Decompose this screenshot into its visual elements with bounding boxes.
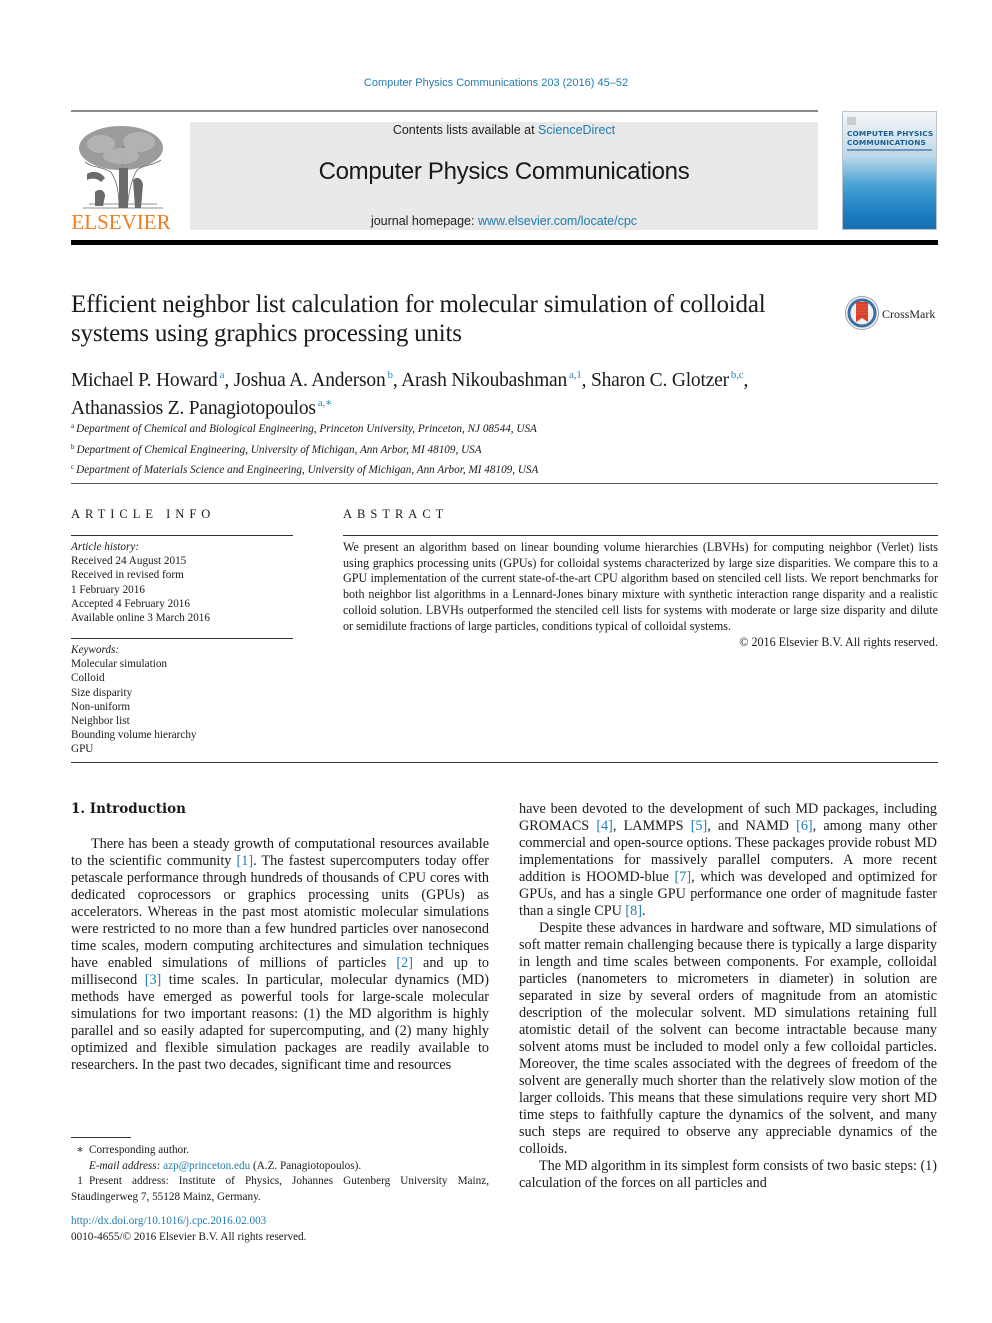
crossmark-badge[interactable]: CrossMark xyxy=(844,295,940,333)
homepage-line: journal homepage: www.elsevier.com/locat… xyxy=(370,214,638,228)
citation-link[interactable]: [7] xyxy=(675,869,692,885)
citation-link[interactable]: [1] xyxy=(237,853,254,869)
citation-link[interactable]: [3] xyxy=(145,972,162,988)
keyword: Colloid xyxy=(71,672,105,685)
article-info-heading: ARTICLE INFO xyxy=(71,507,216,521)
author[interactable]: Joshua A. Anderson b xyxy=(234,369,393,391)
abstract-copyright: © 2016 Elsevier B.V. All rights reserved… xyxy=(739,635,938,650)
article-title: Efficient neighbor list calculation for … xyxy=(71,291,766,347)
keyword: Neighbor list xyxy=(71,715,130,728)
citation-link[interactable]: [2] xyxy=(396,955,413,971)
history-item: Accepted 4 February 2016 xyxy=(71,597,190,610)
divider xyxy=(71,483,938,484)
email-link[interactable]: azp@princeton.edu xyxy=(163,1160,250,1172)
history-item: Available online 3 March 2016 xyxy=(71,612,210,625)
divider xyxy=(71,762,938,763)
journal-title: Computer Physics Communications xyxy=(318,158,690,185)
footnotes: ∗ Corresponding author. E-mail address: a… xyxy=(71,1143,489,1205)
running-header[interactable]: Computer Physics Communications 203 (201… xyxy=(0,77,992,89)
history-item: Received 24 August 2015 xyxy=(71,555,187,568)
abstract-heading: ABSTRACT xyxy=(343,507,449,521)
history-item: 1 February 2016 xyxy=(71,583,145,596)
sciencedirect-link[interactable]: ScienceDirect xyxy=(538,123,615,137)
affiliation: b Department of Chemical Engineering, Uni… xyxy=(71,442,482,456)
journal-citation-link[interactable]: Computer Physics Communications 203 (201… xyxy=(364,77,628,89)
journal-cover-thumbnail[interactable]: COMPUTER PHYSICS COMMUNICATIONS xyxy=(842,111,937,230)
keyword: Size disparity xyxy=(71,686,133,699)
footnote-rule xyxy=(71,1137,131,1138)
article-history: Article history: Received 24 August 2015… xyxy=(71,540,301,625)
paragraph: There has been a steady growth of comput… xyxy=(71,836,490,1073)
history-item: Received in revised form xyxy=(71,569,184,582)
author-affiliation-marker[interactable]: a,∗ xyxy=(318,397,333,409)
affiliation: c Department of Materials Science and Eng… xyxy=(71,463,539,476)
doi-link[interactable]: http://dx.doi.org/10.1016/j.cpc.2016.02.… xyxy=(71,1215,266,1227)
section-heading: 1. Introduction xyxy=(71,801,186,817)
body-column-right: have been devoted to the development of … xyxy=(519,801,937,1192)
divider xyxy=(343,535,938,536)
abstract-body: We present an algorithm based on linear … xyxy=(343,540,938,651)
elsevier-logo[interactable]: ELSEVIER xyxy=(71,122,171,234)
affiliations: a Department of Chemical and Biological E… xyxy=(71,418,771,480)
citation-link[interactable]: [4] xyxy=(596,818,613,834)
crossmark-icon xyxy=(845,296,879,330)
author[interactable]: Arash Nikoubashman a,1 xyxy=(401,369,582,391)
masthead-rule xyxy=(71,240,938,245)
contents-line: Contents lists available at ScienceDirec… xyxy=(392,123,616,137)
author[interactable]: Michael P. Howard a xyxy=(71,369,225,391)
author[interactable]: Sharon C. Glotzer b,c xyxy=(591,369,744,391)
journal-homepage-link[interactable]: www.elsevier.com/locate/cpc xyxy=(478,214,637,228)
footnote-email: E-mail address: azp@princeton.edu (A.Z. … xyxy=(89,1159,362,1172)
divider xyxy=(71,535,293,536)
asterisk-icon: ∗ xyxy=(76,1144,84,1156)
keyword: Molecular simulation xyxy=(71,658,168,671)
footnote-corresponding: ∗ Corresponding author. xyxy=(71,1143,489,1159)
keyword: Non-uniform xyxy=(71,700,131,713)
paragraph: The MD algorithm in its simplest form co… xyxy=(519,1158,937,1191)
body-column-left: There has been a steady growth of comput… xyxy=(71,836,489,1074)
author-affiliation-marker[interactable]: a,1 xyxy=(569,369,582,381)
citation-link[interactable]: [8] xyxy=(625,903,642,919)
doi-block: http://dx.doi.org/10.1016/j.cpc.2016.02.… xyxy=(71,1214,306,1245)
author-list: Michael P. Howard a, Joshua A. Anderson b,… xyxy=(71,369,749,419)
header-rule xyxy=(71,110,818,112)
author-affiliation-marker[interactable]: b,c xyxy=(731,369,744,381)
issn-copyright: 0010-4655/© 2016 Elsevier B.V. All right… xyxy=(71,1230,307,1243)
cover-logo-icon xyxy=(847,117,856,125)
affiliation: a Department of Chemical and Biological E… xyxy=(71,422,537,435)
citation-link[interactable]: [5] xyxy=(691,818,708,834)
divider xyxy=(71,638,293,639)
abstract-text: We present an algorithm based on linear … xyxy=(343,540,938,633)
history-label: Article history: xyxy=(71,541,140,553)
citation-link[interactable]: [6] xyxy=(796,818,813,834)
journal-masthead: Contents lists available at ScienceDirec… xyxy=(190,122,818,230)
keywords: Keywords: Molecular simulation Colloid S… xyxy=(71,643,301,757)
footnote-present-address: 1 Present address: Institute of Physics, … xyxy=(71,1175,489,1203)
keywords-label: Keywords: xyxy=(71,644,120,656)
keyword: GPU xyxy=(71,743,94,756)
crossmark-label: CrossMark xyxy=(882,307,936,321)
elsevier-wordmark: ELSEVIER xyxy=(71,210,171,234)
cover-title: COMPUTER PHYSICS COMMUNICATIONS xyxy=(847,129,934,147)
paragraph: Despite these advances in hardware and s… xyxy=(519,920,937,1157)
keyword: Bounding volume hierarchy xyxy=(71,729,197,742)
elsevier-tree-icon xyxy=(79,126,163,209)
author[interactable]: Athanassios Z. Panagiotopoulos a,∗ xyxy=(71,397,333,419)
paragraph: have been devoted to the development of … xyxy=(519,801,937,919)
cover-subtitle-bar xyxy=(847,149,932,151)
